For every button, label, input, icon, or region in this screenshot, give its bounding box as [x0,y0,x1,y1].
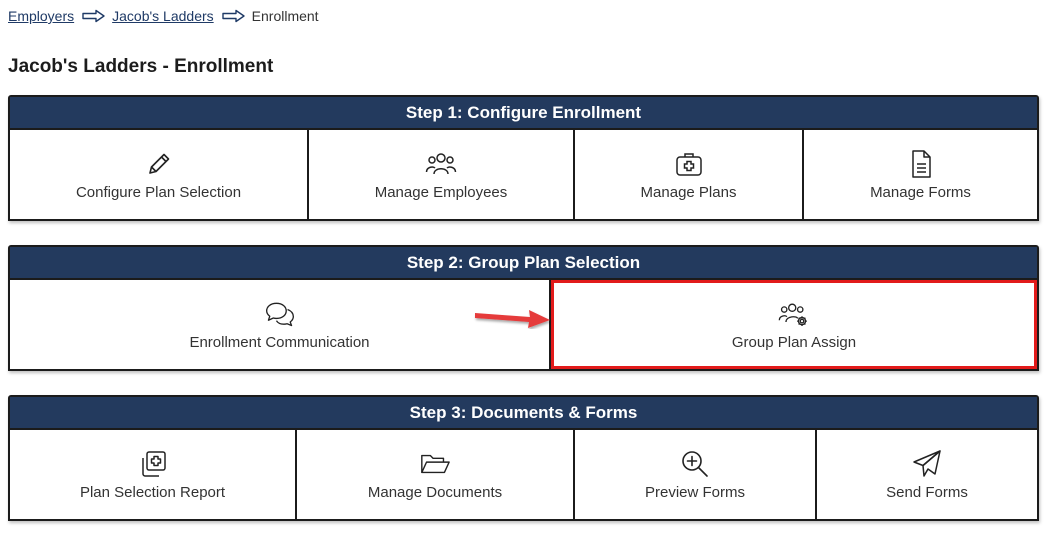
tile-label: Plan Selection Report [79,484,226,501]
tile-configure-plan-selection[interactable]: Configure Plan Selection [10,130,309,219]
chat-bubbles-icon [265,302,294,327]
pencil-icon [148,153,169,174]
users-gear-icon [778,303,807,326]
tile-group-plan-assign[interactable]: Group Plan Assign [551,280,1037,369]
tile-manage-plans[interactable]: Manage Plans [575,130,804,219]
tile-label: Manage Employees [374,184,508,201]
breadcrumb-current: Enrollment [251,8,319,24]
folder-icon [421,454,450,474]
step3-panel: Step 3: Documents & Forms Plan Selection… [8,395,1039,521]
tile-manage-employees[interactable]: Manage Employees [309,130,575,219]
tile-send-forms[interactable]: Send Forms [817,430,1037,519]
step1-panel: Step 1: Configure Enrollment Configure P… [8,95,1039,221]
arrow-right-icon [221,9,245,23]
tile-label: Group Plan Assign [731,334,857,351]
annotation-arrow-icon [475,310,550,328]
tile-label: Manage Documents [367,484,503,501]
arrow-right-icon [82,9,105,23]
add-copy-icon [141,451,166,477]
tile-label: Manage Plans [640,184,737,201]
breadcrumb-link-jacobs-ladders[interactable]: Jacob's Ladders [112,8,214,24]
paper-plane-icon [913,450,941,477]
document-icon [911,150,931,178]
tile-label: Send Forms [886,484,968,501]
breadcrumb-link-employers[interactable]: Employers [8,8,74,24]
tile-label: Manage Forms [870,184,971,201]
tile-manage-documents[interactable]: Manage Documents [297,430,575,519]
medical-kit-icon [675,153,702,176]
tile-manage-forms[interactable]: Manage Forms [804,130,1037,219]
tile-label: Configure Plan Selection [75,184,242,201]
step1-header: Step 1: Configure Enrollment [10,97,1037,130]
tile-label: Enrollment Communication [189,334,370,351]
tile-label: Preview Forms [644,484,745,501]
tile-preview-forms[interactable]: Preview Forms [575,430,817,519]
step3-header: Step 3: Documents & Forms [10,397,1037,430]
tile-plan-selection-report[interactable]: Plan Selection Report [10,430,297,519]
breadcrumb: Employers Jacob's Ladders Enrollment [8,7,319,25]
users-icon [425,153,457,175]
tile-enrollment-communication[interactable]: Enrollment Communication [10,280,551,369]
zoom-in-icon [682,451,708,477]
page-title: Jacob's Ladders - Enrollment [8,56,274,77]
step2-header: Step 2: Group Plan Selection [10,247,1037,280]
